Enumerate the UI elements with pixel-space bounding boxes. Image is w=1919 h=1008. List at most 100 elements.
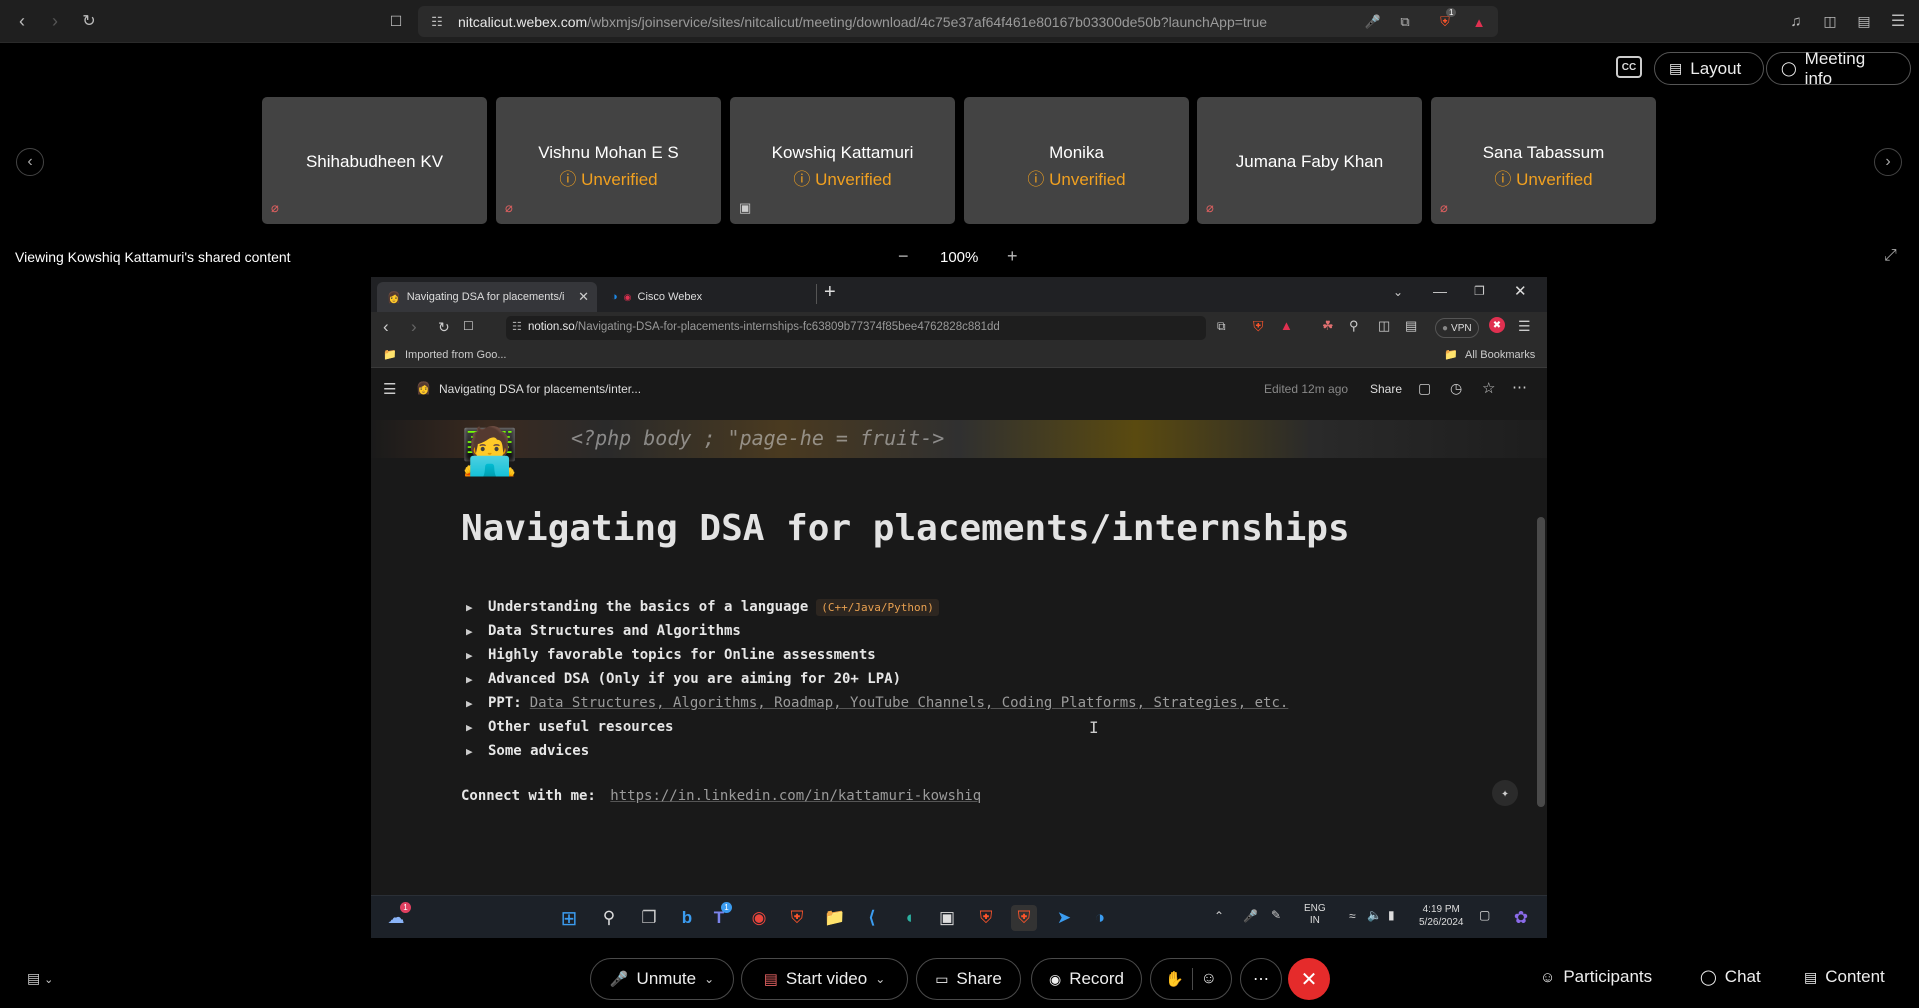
- toggle-arrow-icon[interactable]: ▶: [466, 649, 488, 662]
- brave-shield-icon[interactable]: ⛨: [1253, 318, 1264, 335]
- wifi-icon[interactable]: ≈: [1349, 909, 1356, 923]
- toggle-arrow-icon[interactable]: ▶: [466, 625, 488, 638]
- bookmark-all[interactable]: All Bookmarks: [1465, 349, 1535, 361]
- new-tab-button[interactable]: +: [824, 281, 836, 304]
- extensions-icon[interactable]: ⚲: [1349, 318, 1359, 334]
- toggle-arrow-icon[interactable]: ▶: [466, 745, 488, 758]
- zoom-in-button[interactable]: +: [1007, 246, 1018, 267]
- close-window-icon[interactable]: ✕: [1514, 282, 1527, 300]
- ppt-link[interactable]: Data Structures, Algorithms, Roadmap, Yo…: [530, 695, 1289, 711]
- comments-icon[interactable]: ▢: [1418, 380, 1431, 397]
- favorite-star-icon[interactable]: ☆: [1482, 379, 1495, 397]
- edge-icon[interactable]: ◖: [896, 905, 922, 931]
- back-icon[interactable]: ‹: [9, 8, 35, 34]
- share-page-icon[interactable]: ⧉: [1217, 319, 1226, 334]
- forward-icon[interactable]: ›: [42, 8, 68, 34]
- shared-address-bar[interactable]: ☷ notion.so/Navigating-DSA-for-placement…: [506, 316, 1206, 340]
- brave-beta-icon[interactable]: ⛨: [973, 905, 999, 931]
- reload-icon[interactable]: ↻: [76, 8, 102, 34]
- extension-icon[interactable]: ☘: [1322, 318, 1334, 334]
- clock[interactable]: 4:19 PM 5/26/2024: [1419, 903, 1464, 929]
- shared-tab-webex[interactable]: ◑ ◉ Cisco Webex: [601, 282, 811, 312]
- menu-icon[interactable]: ☰: [1518, 318, 1531, 335]
- search-icon[interactable]: ⚲: [596, 905, 622, 931]
- toggle-item[interactable]: ▶ Data Structures and Algorithms: [466, 623, 741, 639]
- toggle-item[interactable]: ▶ Highly favorable topics for Online asse…: [466, 647, 876, 663]
- toggle-arrow-icon[interactable]: ▶: [466, 601, 488, 614]
- shared-tab-notion[interactable]: 👩 Navigating DSA for placements/i ✕: [377, 282, 597, 312]
- toggle-item[interactable]: ▶ Some advices: [466, 743, 589, 759]
- toggle-item[interactable]: ▶ Advanced DSA (Only if you are aiming fo…: [466, 671, 901, 687]
- windows-start-icon[interactable]: ⊞: [556, 905, 582, 931]
- participant-tile[interactable]: Sana Tabassum ⓘ Unverified ⌀: [1431, 97, 1656, 224]
- toggle-item[interactable]: ▶ Other useful resources: [466, 719, 673, 735]
- minimize-icon[interactable]: —: [1433, 283, 1447, 299]
- forward-icon[interactable]: ›: [411, 317, 417, 337]
- brave-nightly-icon[interactable]: ⛨: [1011, 905, 1037, 931]
- ai-assistant-icon[interactable]: ✦: [1492, 780, 1518, 806]
- toggle-arrow-icon[interactable]: ▶: [466, 697, 488, 710]
- sidebar-icon[interactable]: ◫: [1817, 8, 1843, 34]
- share-icon[interactable]: ⧉: [1396, 13, 1414, 31]
- mic-tray-icon[interactable]: 🎤: [1243, 909, 1258, 923]
- show-hidden-icons[interactable]: ⌃: [1214, 909, 1224, 923]
- vpn-button[interactable]: ● VPN: [1435, 318, 1479, 338]
- close-tab-icon[interactable]: ✕: [578, 289, 589, 305]
- unmute-button[interactable]: 🎤 Unmute ⌄: [590, 958, 734, 1000]
- toggle-item[interactable]: ▶ Understanding the basics of a language (…: [466, 599, 939, 616]
- participant-tile[interactable]: Kowshiq Kattamuri ⓘ Unverified ▣: [730, 97, 955, 224]
- raise-hand-icon[interactable]: ✋: [1165, 970, 1184, 988]
- chat-button[interactable]: ◯ Chat: [1700, 967, 1761, 987]
- participant-tile[interactable]: Shihabudheen KV ⌀: [262, 97, 487, 224]
- microphone-icon[interactable]: 🎤: [1364, 13, 1382, 31]
- battery-icon[interactable]: ▮: [1388, 908, 1395, 922]
- address-text[interactable]: nitcalicut.webex.com/wbxmjs/joinservice/…: [458, 14, 1267, 30]
- site-settings-icon[interactable]: ☷: [512, 320, 522, 333]
- notification-icon[interactable]: ▢: [1479, 908, 1490, 922]
- wallet-icon[interactable]: ▤: [1405, 318, 1417, 334]
- participants-button[interactable]: ☺ Participants: [1540, 967, 1652, 987]
- participant-tile[interactable]: Monika ⓘ Unverified: [964, 97, 1189, 224]
- webex-icon[interactable]: ◑: [1087, 905, 1113, 931]
- toggle-arrow-icon[interactable]: ▶: [466, 721, 488, 734]
- back-icon[interactable]: ‹: [383, 317, 389, 337]
- scrollbar[interactable]: [1537, 517, 1545, 807]
- volume-icon[interactable]: 🔈: [1367, 908, 1382, 922]
- vscode-icon[interactable]: ⟨: [859, 905, 885, 931]
- more-options-button[interactable]: ⋯: [1240, 958, 1282, 1000]
- meeting-info-button[interactable]: ◯ Meeting info: [1766, 49, 1911, 88]
- pen-icon[interactable]: ✎: [1271, 908, 1281, 922]
- start-video-button[interactable]: ▤ Start video ⌄: [741, 958, 908, 1000]
- bookmark-icon[interactable]: ☐: [463, 319, 474, 333]
- profile-icon[interactable]: ✖: [1489, 317, 1505, 333]
- task-view-icon[interactable]: ❐: [636, 905, 662, 931]
- prev-participants-button[interactable]: ‹: [16, 148, 44, 176]
- zoom-out-button[interactable]: −: [898, 246, 909, 267]
- notion-breadcrumb[interactable]: Navigating DSA for placements/inter...: [439, 382, 641, 396]
- bing-icon[interactable]: b: [674, 905, 700, 931]
- media-icon[interactable]: ♫: [1783, 8, 1809, 34]
- language-indicator[interactable]: ENG IN: [1304, 903, 1326, 927]
- file-explorer-icon[interactable]: 📁: [822, 905, 848, 931]
- chevron-down-icon[interactable]: ⌄: [875, 972, 885, 986]
- address-bar[interactable]: ☷ nitcalicut.webex.com/wbxmjs/joinservic…: [418, 6, 1498, 37]
- layout-button[interactable]: ▤ Layout: [1654, 52, 1764, 85]
- closed-captions-icon[interactable]: CC: [1616, 56, 1642, 78]
- wallet-icon[interactable]: ▤: [1851, 8, 1877, 34]
- brave-rewards-icon[interactable]: ▲: [1280, 318, 1293, 333]
- sidebar-toggle-icon[interactable]: ☰: [383, 380, 396, 398]
- linkedin-link[interactable]: https://in.linkedin.com/in/kattamuri-kow…: [610, 788, 981, 804]
- menu-icon[interactable]: ☰: [1885, 8, 1911, 34]
- shared-address-text[interactable]: notion.so/Navigating-DSA-for-placements-…: [528, 321, 1000, 333]
- chrome-icon[interactable]: ◉: [746, 905, 772, 931]
- page-title[interactable]: Navigating DSA for placements/internship…: [461, 508, 1350, 549]
- tab-search-icon[interactable]: ⌄: [1393, 285, 1403, 299]
- toggle-item[interactable]: ▶ PPT: Data Structures, Algorithms, Roadma…: [466, 695, 1288, 711]
- history-icon[interactable]: ◷: [1450, 380, 1462, 397]
- participant-tile[interactable]: Vishnu Mohan E S ⓘ Unverified ⌀: [496, 97, 721, 224]
- notion-share-button[interactable]: Share: [1370, 382, 1402, 396]
- fullscreen-icon[interactable]: ⤢: [1884, 247, 1897, 265]
- telegram-icon[interactable]: ➤: [1051, 905, 1077, 931]
- site-settings-icon[interactable]: ☷: [428, 13, 446, 31]
- reactions-icon[interactable]: ☺: [1201, 970, 1217, 988]
